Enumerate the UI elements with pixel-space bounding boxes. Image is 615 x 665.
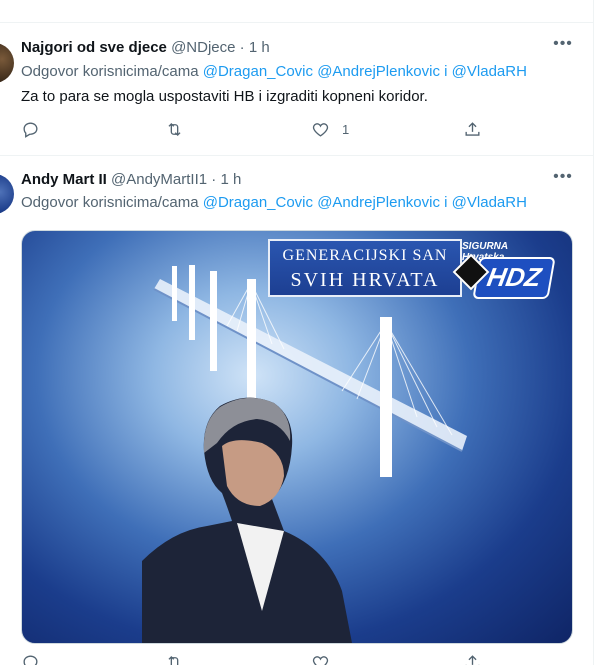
share-button[interactable] — [463, 120, 482, 139]
reply-icon — [23, 655, 38, 665]
tweet-media-image[interactable]: GENERACIJSKI SAN SVIH HRVATA SIGURNA Hrv… — [21, 230, 573, 644]
party-logo: SIGURNA Hrvatska HDZ — [452, 241, 556, 301]
mention-link[interactable]: @Dragan_Covic — [203, 63, 313, 80]
heart-icon — [312, 123, 329, 137]
avatar[interactable] — [0, 43, 14, 83]
separator: · — [211, 171, 217, 188]
like-button[interactable] — [311, 653, 330, 665]
banner-line-2: SVIH HRVATA — [290, 269, 440, 291]
mention-link[interactable]: @VladaRH — [452, 194, 527, 211]
display-name[interactable]: Andy Mart II — [21, 171, 107, 188]
reply-context: Odgovor korisnicima/cama @Dragan_Covic @… — [21, 193, 527, 213]
reply-prefix: Odgovor korisnicima/cama — [21, 194, 199, 211]
user-handle[interactable]: @AndyMartII1 — [111, 171, 207, 188]
banner-line-1: GENERACIJSKI SAN — [282, 247, 448, 264]
reply-prefix: Odgovor korisnicima/cama — [21, 63, 199, 80]
timeline: Najgori od sve djece @NDjece · 1 h ••• O… — [0, 0, 594, 665]
tweet-header: Najgori od sve djece @NDjece · 1 h — [21, 38, 270, 58]
mention-link[interactable]: @Dragan_Covic — [203, 194, 313, 211]
share-icon — [465, 122, 480, 136]
reply-context: Odgovor korisnicima/cama @Dragan_Covic @… — [21, 62, 527, 82]
retweet-button[interactable] — [165, 653, 184, 665]
display-name[interactable]: Najgori od sve djece — [21, 39, 167, 56]
tweet-text: Za to para se mogla uspostaviti HB i izg… — [21, 88, 428, 105]
reply-button[interactable] — [21, 653, 40, 665]
logo-mark: HDZ — [472, 257, 556, 299]
share-button[interactable] — [463, 653, 482, 665]
retweet-icon — [168, 656, 179, 665]
reply-icon — [23, 122, 38, 138]
mention-link[interactable]: @VladaRH — [452, 63, 527, 80]
user-handle[interactable]: @NDjece — [171, 39, 235, 56]
retweet-button[interactable] — [165, 120, 184, 139]
mention-joiner: i — [444, 194, 448, 211]
more-horizontal-icon[interactable]: ••• — [553, 36, 573, 57]
tweet-actions — [21, 653, 491, 665]
like-button[interactable]: 1 — [311, 120, 349, 139]
tweet-header: Andy Mart II @AndyMartII1 · 1 h — [21, 170, 241, 190]
mention-joiner: i — [444, 63, 448, 80]
tweet-actions: 1 — [21, 120, 491, 140]
mention-link[interactable]: @AndrejPlenkovic — [317, 63, 440, 80]
reply-button[interactable] — [21, 120, 40, 139]
more-horizontal-icon[interactable]: ••• — [553, 169, 573, 190]
timestamp[interactable]: 1 h — [220, 171, 241, 188]
tweet[interactable]: Najgori od sve djece @NDjece · 1 h ••• O… — [0, 23, 593, 156]
timestamp[interactable]: 1 h — [249, 39, 270, 56]
like-count: 1 — [342, 122, 350, 137]
mention-link[interactable]: @AndrejPlenkovic — [317, 194, 440, 211]
separator: · — [239, 39, 245, 56]
avatar[interactable] — [0, 174, 14, 214]
share-icon — [465, 655, 480, 665]
tweet[interactable]: Andy Mart II @AndyMartII1 · 1 h ••• Odgo… — [0, 156, 593, 665]
heart-icon — [312, 656, 329, 665]
retweet-icon — [168, 123, 181, 136]
headline-banner: GENERACIJSKI SAN SVIH HRVATA — [268, 239, 462, 297]
